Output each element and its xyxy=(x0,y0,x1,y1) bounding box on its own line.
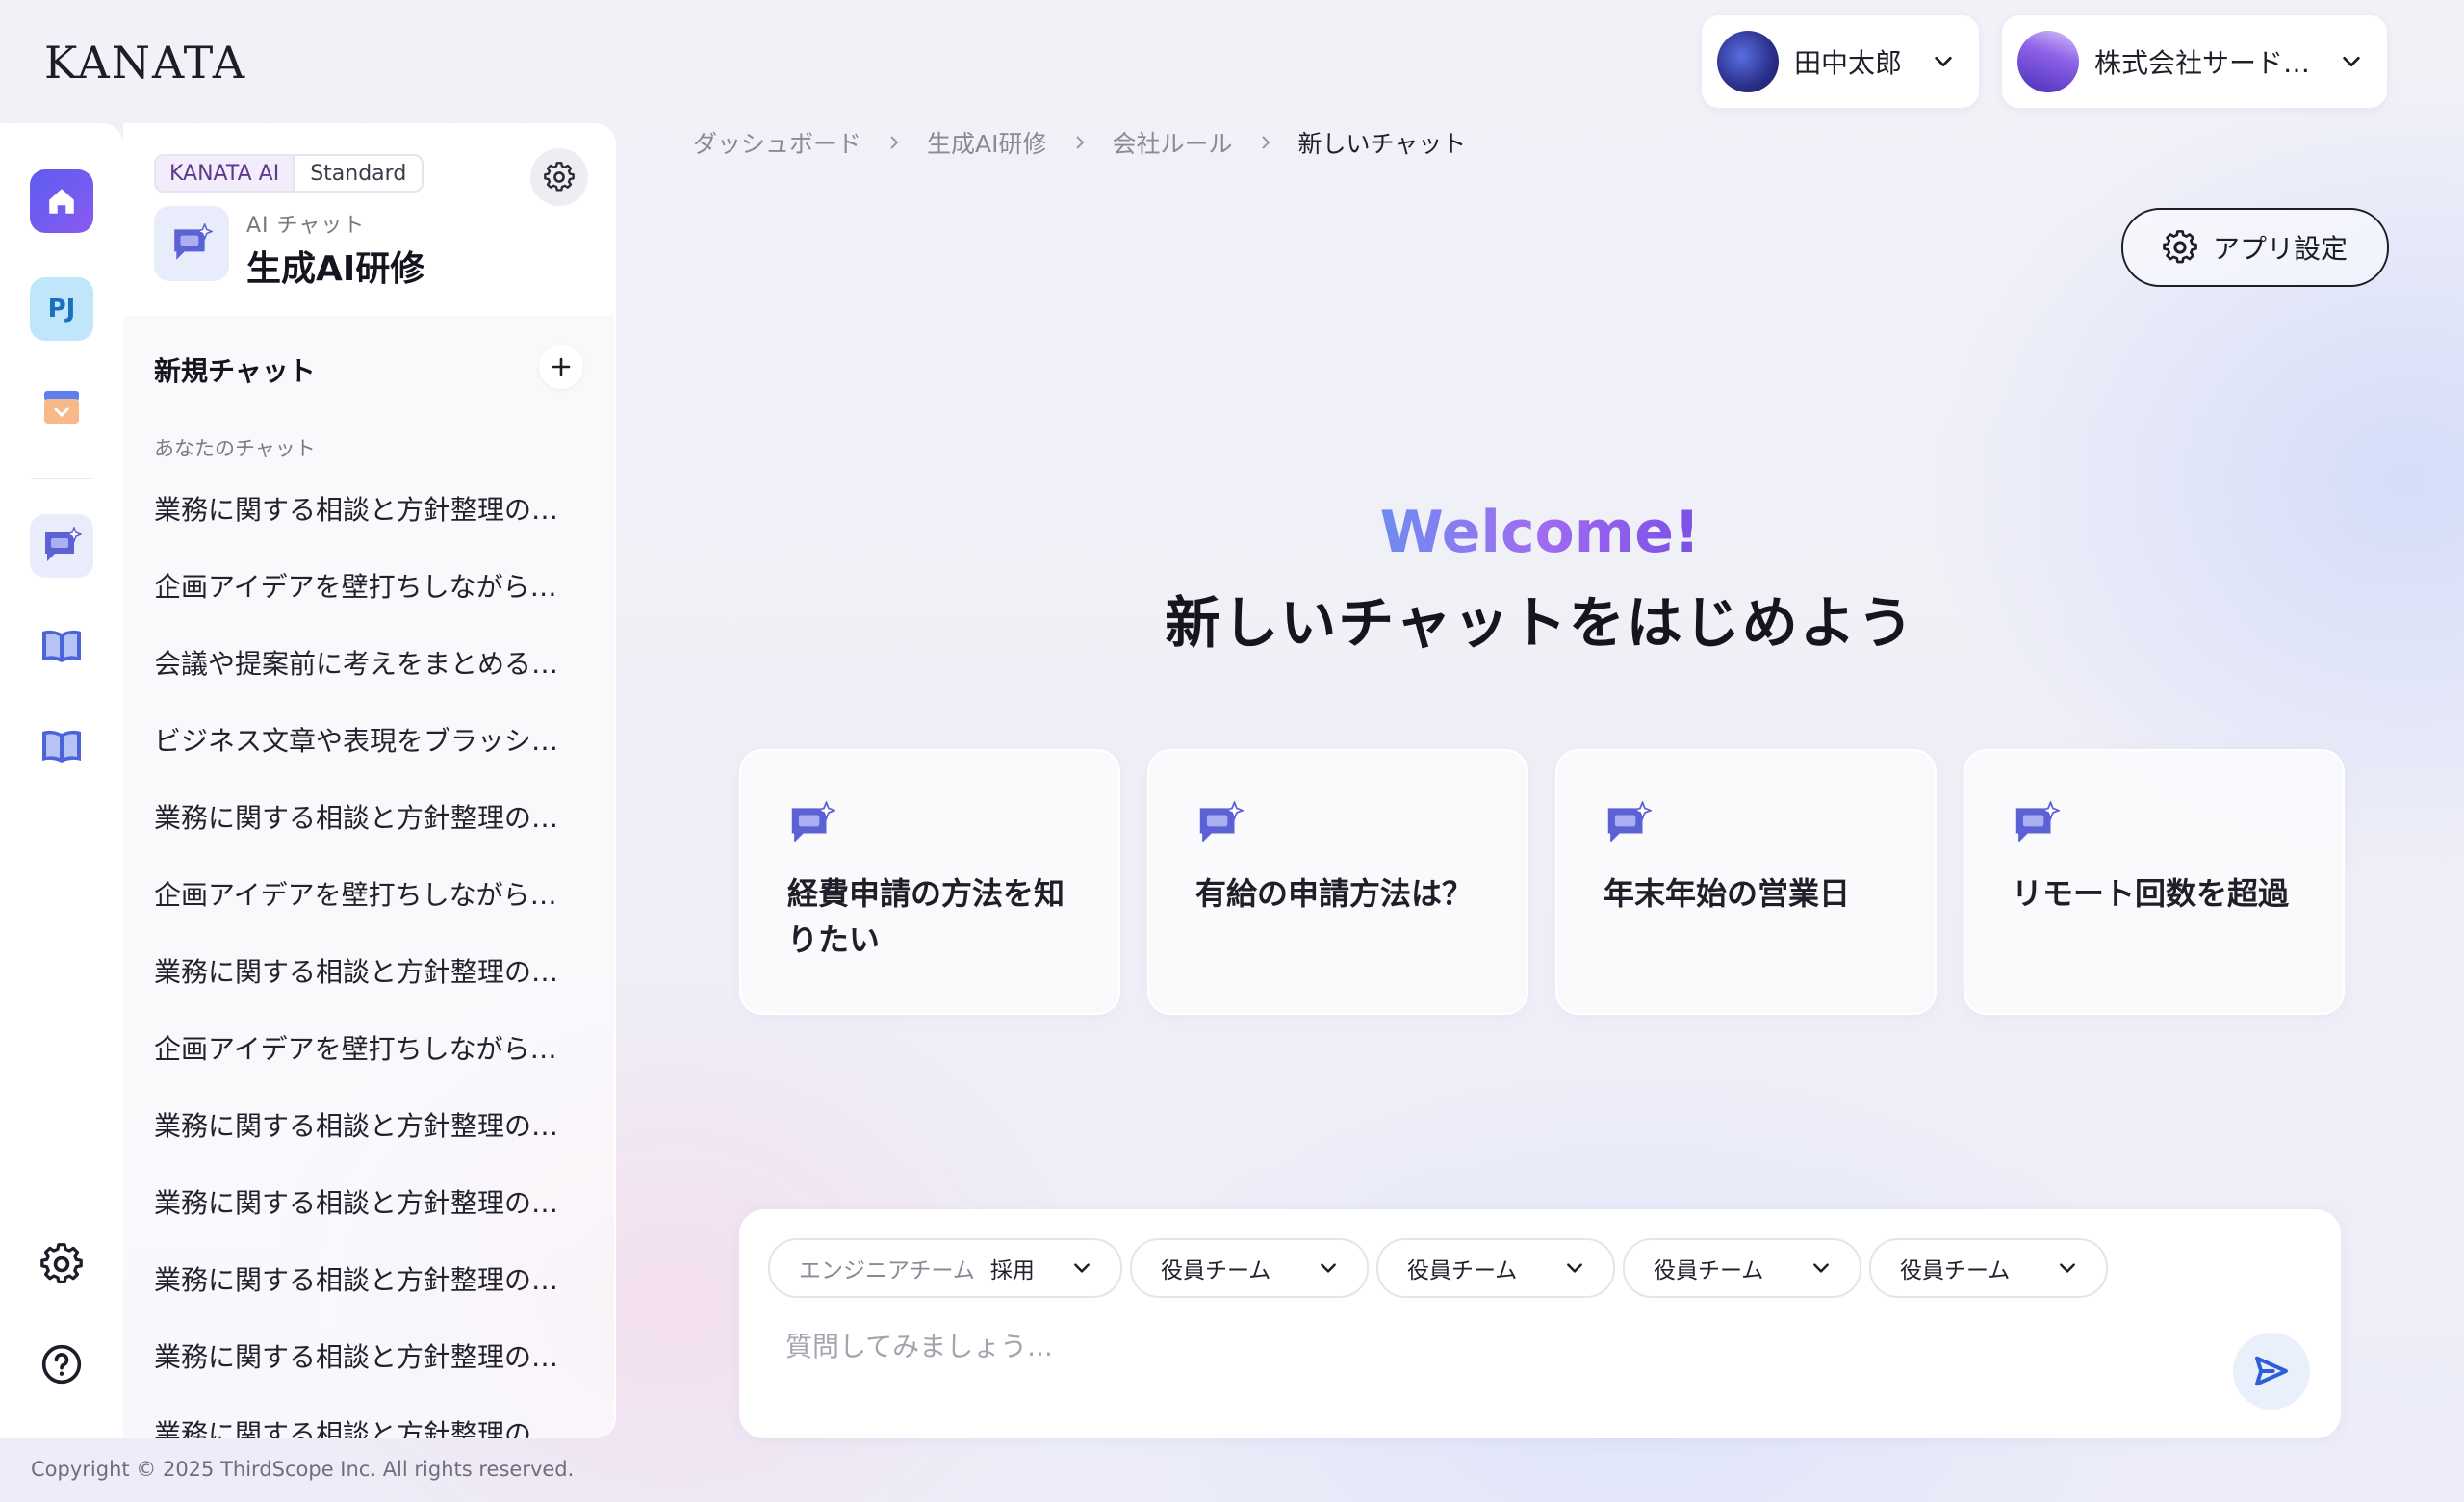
book-icon xyxy=(42,730,81,763)
ai-chat-icon xyxy=(791,799,837,843)
app-settings-button[interactable]: アプリ設定 xyxy=(2121,208,2389,287)
chat-history-item[interactable]: 業務に関する相談と方針整理の… xyxy=(154,1242,568,1319)
plus-icon xyxy=(552,357,571,376)
chevron-right-icon xyxy=(1075,136,1084,149)
suggestion-icon xyxy=(2012,799,2062,851)
chevron-down-icon xyxy=(2060,1263,2075,1273)
suggestion-card[interactable]: 有給の申請方法は？ xyxy=(1147,749,1528,1015)
plan-badge: KANATA AI Standard xyxy=(154,154,424,193)
rail-divider xyxy=(31,478,92,479)
chat-input[interactable] xyxy=(785,1331,2037,1362)
filter-group: エンジニアチーム xyxy=(799,1258,975,1283)
filter-value: 役員チーム xyxy=(1900,1258,2011,1283)
rail-apps[interactable] xyxy=(30,376,93,439)
ai-chat-icon xyxy=(2015,799,2062,843)
suggestion-icon xyxy=(1195,799,1245,851)
project-label: PJ xyxy=(47,295,76,324)
nav-rail: PJ xyxy=(0,123,123,1438)
rail-settings[interactable] xyxy=(30,1232,93,1296)
chat-history-item[interactable]: 業務に関する相談と方針整理の… xyxy=(154,1165,568,1242)
new-chat-label[interactable]: 新規チャット xyxy=(154,350,316,389)
breadcrumb-link[interactable]: 会社ルール xyxy=(1113,125,1233,160)
panel-settings-button[interactable] xyxy=(530,148,588,206)
chat-history-item[interactable]: 業務に関する相談と方針整理の… xyxy=(154,780,568,857)
rail-library-2[interactable] xyxy=(30,714,93,778)
chevron-down-icon xyxy=(1935,56,1952,67)
chat-history-item[interactable]: 企画アイデアを壁打ちしながら… xyxy=(154,857,568,934)
filter-value: 役員チーム xyxy=(1407,1258,1518,1283)
suggestion-text: 年末年始の営業日 xyxy=(1604,875,1851,912)
help-icon xyxy=(41,1344,82,1385)
user-name: 田中太郎 xyxy=(1794,47,1903,79)
home-icon xyxy=(49,189,74,214)
chevron-right-icon xyxy=(890,136,899,149)
chevron-down-icon xyxy=(1567,1263,1582,1273)
kanata-logo[interactable]: KANATA xyxy=(44,37,246,89)
suggestion-card[interactable]: 年末年始の営業日 xyxy=(1555,749,1937,1015)
app-icon xyxy=(154,206,229,281)
suggestion-icon xyxy=(1604,799,1654,851)
chat-history-item[interactable]: 企画アイデアを壁打ちしながら… xyxy=(154,1011,568,1088)
ai-chat-icon xyxy=(174,223,213,260)
plan-brand: KANATA AI xyxy=(156,156,294,191)
rail-help[interactable] xyxy=(30,1333,93,1396)
chat-history-item[interactable]: 業務に関する相談と方針整理の… xyxy=(154,1396,568,1438)
app-box-icon xyxy=(44,391,79,424)
welcome-text: Welcome! xyxy=(1379,499,1701,566)
rail-project[interactable]: PJ xyxy=(30,277,93,341)
filter-dropdown[interactable]: 役員チーム xyxy=(1376,1238,1615,1298)
org-avatar xyxy=(2017,31,2079,92)
chat-history-item[interactable]: 業務に関する相談と方針整理の… xyxy=(154,934,568,1011)
chat-history-item[interactable]: ビジネス文章や表現をブラッシ… xyxy=(154,703,568,780)
suggestion-icon xyxy=(787,799,837,851)
ai-chat-icon xyxy=(1607,799,1654,843)
chat-history-item[interactable]: 業務に関する相談と方針整理の… xyxy=(154,1319,568,1396)
breadcrumb-current: 新しいチャット xyxy=(1297,130,1467,158)
chevron-down-icon xyxy=(2343,56,2360,67)
user-menu[interactable]: 田中太郎 xyxy=(1702,15,1979,108)
chevron-down-icon xyxy=(1074,1263,1090,1273)
send-icon xyxy=(2255,1356,2288,1386)
org-name: 株式会社サード… xyxy=(2094,47,2311,79)
chevron-right-icon xyxy=(1261,136,1270,149)
filter-value: 役員チーム xyxy=(1161,1258,1271,1283)
filter-value: 役員チーム xyxy=(1654,1258,1764,1283)
chat-history-item[interactable]: 業務に関する相談と方針整理の… xyxy=(154,1088,568,1165)
app-settings-label: アプリ設定 xyxy=(2212,233,2348,265)
gear-icon xyxy=(544,162,575,192)
breadcrumb-link[interactable]: ダッシュボード xyxy=(693,125,861,160)
welcome-heading: Welcome! xyxy=(0,499,2464,566)
org-menu[interactable]: 株式会社サード… xyxy=(2002,15,2387,108)
suggestion-card[interactable]: 経費申請の方法を知りたい xyxy=(739,749,1120,1015)
chat-panel: KANATA AI Standard AI チャット 生成AI研修 新規チャット… xyxy=(123,123,616,1438)
chat-composer: エンジニアチーム 採用 役員チーム 役員チーム 役員チーム 役員チーム xyxy=(739,1209,2341,1438)
chevron-down-icon xyxy=(1321,1263,1336,1273)
main-headline: 新しいチャットをはじめよう xyxy=(1165,590,1915,656)
send-button[interactable] xyxy=(2233,1333,2310,1410)
suggestion-card[interactable]: リモート回数を超過 xyxy=(1964,749,2345,1015)
filter-value: 採用 xyxy=(989,1258,1035,1283)
breadcrumb-link[interactable]: 生成AI研修 xyxy=(927,125,1046,160)
gear-icon xyxy=(40,1243,83,1283)
suggestion-text: 有給の申請方法は？ xyxy=(1195,875,1474,912)
suggestion-text: リモート回数を超過 xyxy=(2012,875,2290,912)
suggestion-text: 経費申請の方法を知りたい xyxy=(787,875,1065,958)
filter-dropdown[interactable]: 役員チーム xyxy=(1623,1238,1861,1298)
gear-icon xyxy=(2163,230,2197,264)
ai-chat-icon xyxy=(1199,799,1245,843)
user-avatar xyxy=(1717,31,1779,92)
new-chat-button[interactable] xyxy=(539,345,583,389)
filter-dropdown[interactable]: 役員チーム xyxy=(1130,1238,1369,1298)
filter-dropdown[interactable]: 役員チーム xyxy=(1869,1238,2108,1298)
copyright: Copyright © 2025 ThirdScope Inc. All rig… xyxy=(31,1458,575,1481)
app-title: 生成AI研修 xyxy=(246,249,425,289)
plan-tier: Standard xyxy=(293,156,423,191)
your-chats-label: あなたのチャット xyxy=(154,437,316,460)
rail-home[interactable] xyxy=(30,169,93,233)
filter-dropdown[interactable]: エンジニアチーム 採用 xyxy=(768,1238,1122,1298)
breadcrumb: ダッシュボード 生成AI研修 会社ルール 新しいチャット xyxy=(693,125,1466,160)
app-subtitle: AI チャット xyxy=(246,214,366,238)
chevron-down-icon xyxy=(1813,1263,1829,1273)
